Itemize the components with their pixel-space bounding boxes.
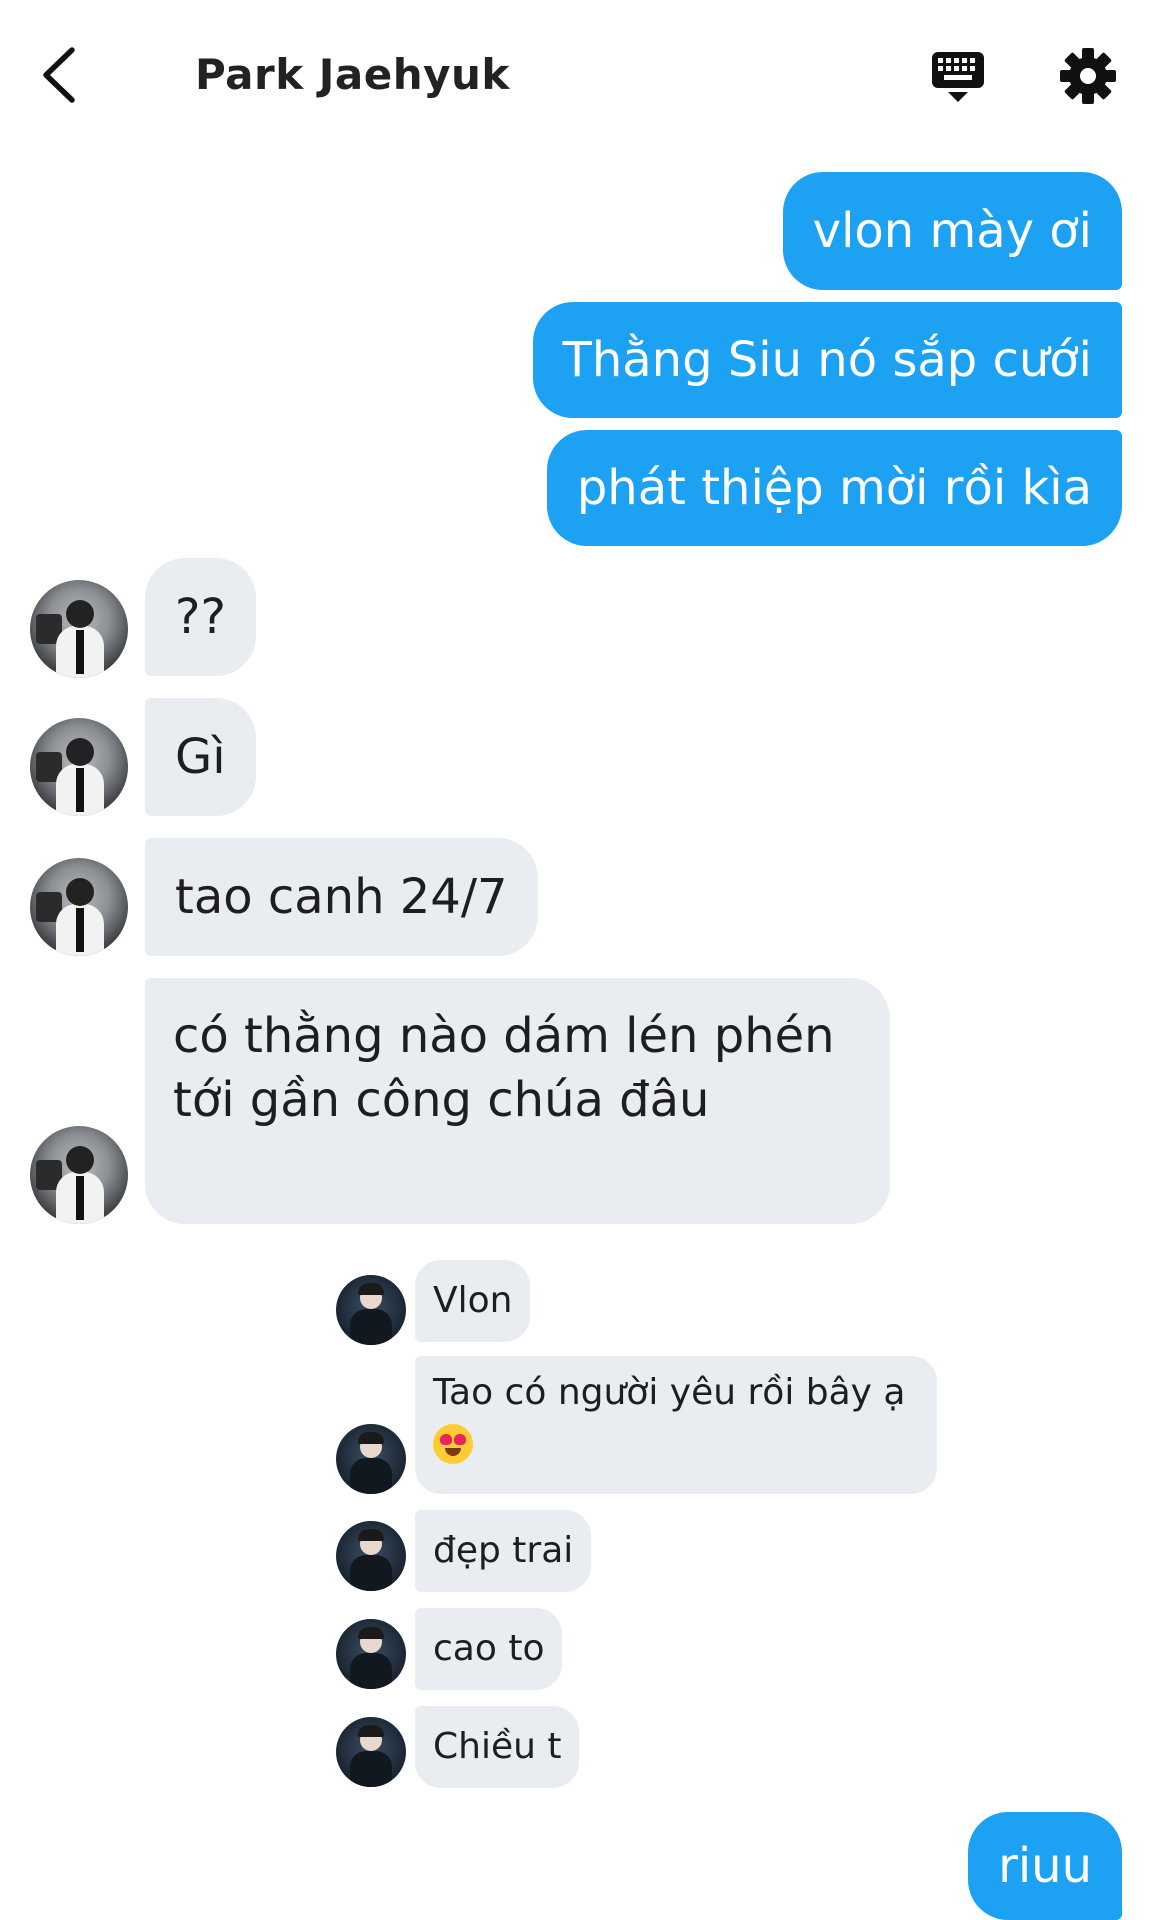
gear-icon [1060, 48, 1116, 104]
chat-title: Park Jaehyuk [195, 50, 510, 99]
quoted-avatar [336, 1275, 406, 1345]
quoted-avatar [336, 1717, 406, 1787]
chevron-left-icon [43, 47, 75, 103]
heart-eyes-emoji-icon [433, 1424, 473, 1464]
incoming-message[interactable]: Gì [145, 698, 256, 816]
keyboard-icon [932, 52, 984, 102]
quoted-message: đẹp trai [415, 1510, 592, 1592]
sender-avatar[interactable] [30, 1126, 128, 1224]
quoted-message: Vlon [415, 1260, 531, 1342]
incoming-message[interactable]: tao canh 24/7 [145, 838, 538, 956]
outgoing-message[interactable]: vlon mày ơi [782, 172, 1122, 290]
keyboard-button[interactable] [930, 50, 986, 106]
quoted-avatar [336, 1424, 406, 1494]
outgoing-message[interactable]: Thằng Siu nó sắp cưới [532, 302, 1122, 418]
quoted-message: Tao có người yêu rồi bây ạ [415, 1356, 937, 1494]
quoted-avatar [336, 1521, 406, 1591]
incoming-message[interactable]: có thằng nào dám lén phén tới gần công c… [145, 978, 890, 1224]
quoted-avatar [336, 1619, 406, 1689]
sender-avatar[interactable] [30, 718, 128, 816]
quoted-message-text: Tao có người yêu rồi bây ạ [433, 1372, 906, 1413]
quoted-message: cao to [415, 1608, 563, 1690]
outgoing-message[interactable]: riuu [968, 1812, 1122, 1920]
incoming-message[interactable]: ?? [145, 558, 256, 676]
settings-button[interactable] [1058, 46, 1118, 106]
quoted-message: Chiều t [415, 1706, 580, 1788]
sender-avatar[interactable] [30, 580, 128, 678]
back-button[interactable] [36, 46, 84, 104]
chat-header: Park Jaehyuk [0, 0, 1154, 150]
sender-avatar[interactable] [30, 858, 128, 956]
outgoing-message[interactable]: phát thiệp mời rồi kìa [546, 430, 1122, 546]
